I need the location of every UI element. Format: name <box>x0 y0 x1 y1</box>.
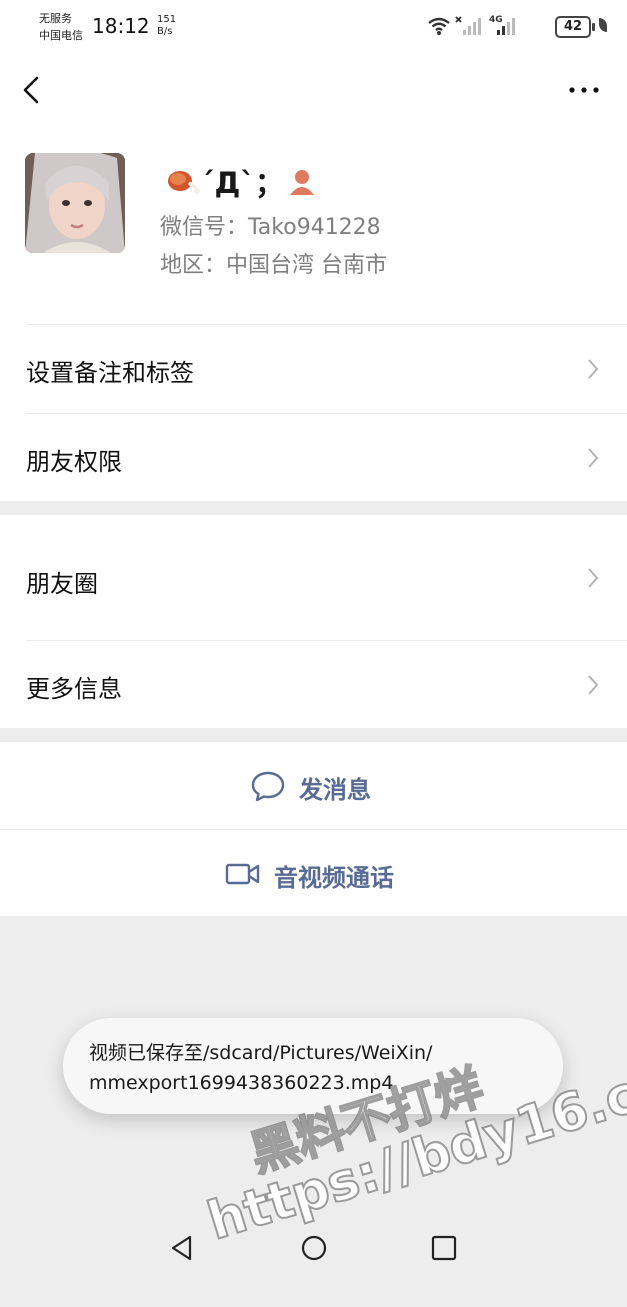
meat-emoji-icon <box>168 171 200 194</box>
video-call-label: 音视频通话 <box>274 864 394 892</box>
remark-tags-label: 设置备注和标签 <box>26 359 194 387</box>
speed-unit: B/s <box>157 26 173 37</box>
send-message-button[interactable]: 发消息 <box>0 742 627 829</box>
wechat-id[interactable]: 微信号：Tako941228 <box>160 209 381 241</box>
video-camera-icon <box>225 863 260 885</box>
carrier-info: 无服务 中国电信 <box>39 10 83 44</box>
toast-message: 视频已保存至/sdcard/Pictures/WeiXin/ mmexport1… <box>89 1038 549 1098</box>
video-call-button[interactable]: 音视频通话 <box>0 829 627 916</box>
status-time: 18:12 <box>92 14 150 38</box>
toast-line-1: 视频已保存至/sdcard/Pictures/WeiXin/ <box>89 1042 433 1064</box>
avatar[interactable] <box>25 153 125 253</box>
more-info-row[interactable]: 更多信息 <box>0 640 627 728</box>
contact-name: ´Д`； <box>160 160 316 202</box>
nav-recents-icon[interactable] <box>430 1234 458 1262</box>
remark-tags-row[interactable]: 设置备注和标签 <box>0 324 627 413</box>
person-emoji-icon <box>289 170 314 195</box>
more-info-label: 更多信息 <box>26 675 122 703</box>
chat-bubble-icon <box>251 771 285 802</box>
info-section: 朋友圈 更多信息 <box>0 515 627 728</box>
region: 地区：中国台湾 台南市 <box>160 253 387 278</box>
speed-value: 151 <box>157 14 177 25</box>
actions-section: 发消息 音视频通话 <box>0 742 627 916</box>
toast-notification: 视频已保存至/sdcard/Pictures/WeiXin/ mmexport1… <box>63 1018 563 1114</box>
carrier-line-1: 无服务 <box>39 12 72 25</box>
chevron-right-icon <box>588 359 599 379</box>
cell-signal-icon <box>497 18 515 35</box>
back-chevron-icon[interactable] <box>18 72 48 108</box>
toast-line-2: mmexport1699438360223.mp4 <box>89 1072 394 1094</box>
carrier-line-2: 中国电信 <box>39 29 83 42</box>
friend-permissions-row[interactable]: 朋友权限 <box>0 413 627 501</box>
system-nav-bar <box>0 1212 627 1280</box>
friend-permissions-label: 朋友权限 <box>26 448 122 476</box>
battery-icon: 42 <box>555 16 595 38</box>
chevron-right-icon <box>588 675 599 695</box>
settings-section: 设置备注和标签 朋友权限 <box>0 324 627 501</box>
no-signal-icon <box>455 16 481 35</box>
chevron-right-icon <box>588 448 599 468</box>
wifi-icon <box>428 17 450 35</box>
moments-row[interactable]: 朋友圈 <box>0 515 627 640</box>
nav-back-icon[interactable] <box>168 1234 196 1262</box>
nav-home-icon[interactable] <box>300 1234 328 1262</box>
more-dots-icon[interactable] <box>566 80 602 100</box>
power-saving-leaf-icon <box>599 18 607 32</box>
network-speed: 151 B/s <box>157 14 176 38</box>
contact-name-text: ´Д`； <box>200 166 284 200</box>
chevron-right-icon <box>588 568 599 588</box>
moments-label: 朋友圈 <box>26 570 98 598</box>
status-bar: 无服务 中国电信 18:12 151 B/s 4G 42 <box>0 0 627 52</box>
send-message-label: 发消息 <box>299 776 371 804</box>
status-icons: 4G 42 <box>425 14 615 40</box>
